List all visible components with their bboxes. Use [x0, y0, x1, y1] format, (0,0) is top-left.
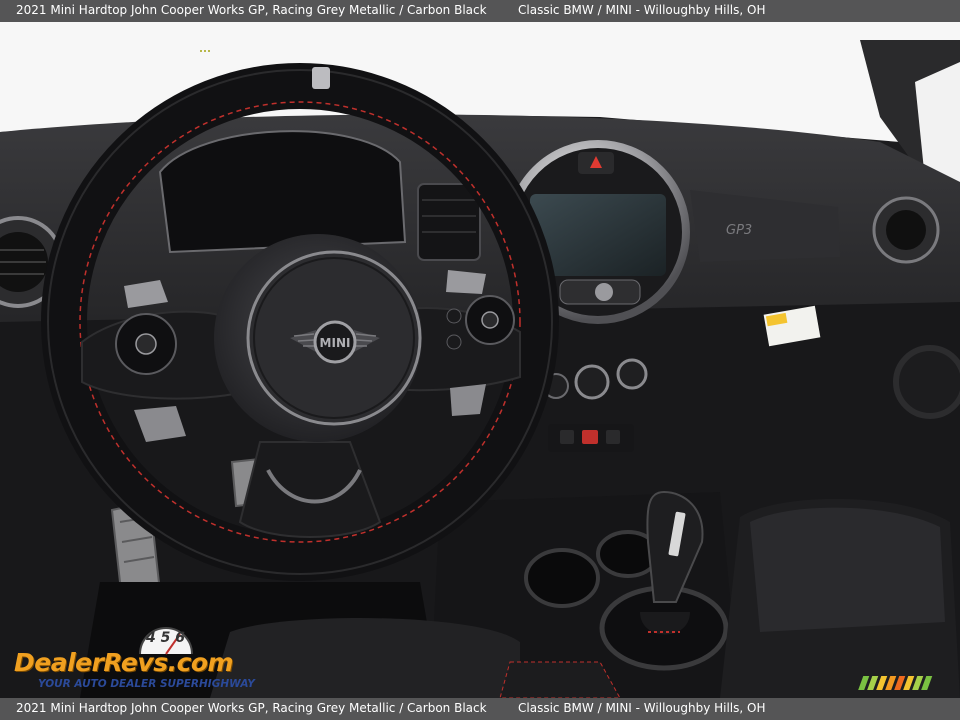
vehicle-title-bottom: 2021 Mini Hardtop John Cooper Works GP, …	[16, 701, 487, 715]
svg-text:GP3: GP3	[726, 223, 752, 238]
dealerrevs-brand: DealerRevs.com	[14, 648, 234, 677]
dial-numbers: 4 5 6	[146, 630, 185, 646]
bottom-caption-bar: 2021 Mini Hardtop John Cooper Works GP, …	[0, 698, 960, 720]
top-caption-bar: 2021 Mini Hardtop John Cooper Works GP, …	[0, 0, 960, 22]
steering-badge: MINI	[320, 336, 351, 350]
stripes-logo	[858, 676, 933, 690]
dealerrevs-watermark: 4 5 6 DealerRevs.com YOUR AUTO DEALER SU…	[10, 622, 270, 694]
vehicle-title: 2021 Mini Hardtop John Cooper Works GP, …	[16, 3, 487, 17]
dealer-location: Classic BMW / MINI - Willoughby Hills, O…	[518, 3, 766, 17]
dealer-location-bottom: Classic BMW / MINI - Willoughby Hills, O…	[518, 701, 766, 715]
interior-photo: GP3 MINI	[0, 22, 960, 698]
dealerrevs-tagline: YOUR AUTO DEALER SUPERHIGHWAY	[38, 678, 255, 690]
